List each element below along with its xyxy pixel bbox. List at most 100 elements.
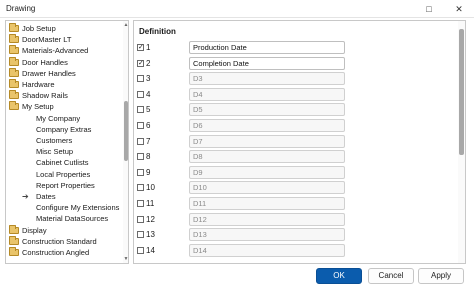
definition-scroll-thumb[interactable] (459, 29, 464, 155)
folder-icon (9, 224, 19, 234)
definition-heading: Definition (139, 27, 176, 36)
close-icon[interactable]: ✕ (444, 0, 474, 18)
tree-item-label: Shadow Rails (22, 91, 68, 101)
tree-item-label: Job Setup (22, 24, 56, 33)
cancel-button[interactable]: Cancel (368, 268, 414, 284)
apply-button[interactable]: Apply (418, 268, 464, 284)
folder-icon (9, 90, 19, 100)
row-number: 10 (146, 183, 155, 193)
ok-button[interactable]: OK (316, 268, 362, 284)
enable-checkbox[interactable] (137, 200, 144, 207)
tree-item-label: Door Handles (22, 57, 68, 67)
folder-icon (9, 67, 19, 77)
enable-checkbox[interactable] (137, 106, 144, 114)
folder-icon (9, 247, 19, 256)
date-name-field[interactable]: D12 (189, 212, 345, 226)
scroll-up-icon[interactable]: ▲ (123, 22, 128, 28)
definition-row: ✓ 2 Completion Date (134, 56, 454, 71)
definition-row: 4 D4 (134, 87, 454, 102)
date-name-field[interactable]: Production Date (189, 41, 345, 54)
row-number: 3 (146, 74, 151, 84)
tree-scrollbar[interactable]: ▲ ▼ (123, 21, 128, 263)
row-number: 4 (146, 89, 151, 99)
tree-item-label: Local Properties (36, 169, 91, 179)
enable-checkbox[interactable] (137, 168, 144, 176)
definition-row: 6 D6 (134, 119, 454, 133)
tree-item-label: Materials-Advanced (22, 46, 89, 56)
settings-tree: Job Setup DoorMaster LT Materials-Advanced… (5, 20, 129, 264)
row-number: 1 (146, 43, 151, 52)
title-bar: Drawing □ ✕ (0, 0, 474, 18)
enable-checkbox[interactable] (137, 231, 144, 239)
date-name-field[interactable]: D3 (189, 72, 345, 86)
tree-item-label: Hardware (22, 80, 55, 89)
folder-icon (9, 45, 19, 55)
date-name-field[interactable]: D14 (189, 243, 345, 257)
definition-row: 12 D12 (134, 212, 454, 227)
folder-icon (9, 101, 19, 111)
definition-row: 5 D5 (134, 103, 454, 117)
tree-item-label: Drawer Handles (22, 68, 76, 78)
scroll-down-icon[interactable]: ▼ (123, 256, 128, 262)
tree-scroll-thumb[interactable] (124, 101, 128, 161)
folder-icon (9, 23, 19, 32)
definition-scrollbar[interactable] (458, 21, 465, 263)
date-name-field[interactable]: D8 (189, 150, 345, 164)
definition-row: 7 D7 (134, 134, 454, 149)
tree-item-label: Dates (36, 192, 56, 201)
definition-row: 9 D9 (134, 165, 454, 180)
date-name-field[interactable]: D7 (189, 134, 345, 148)
tree-item-label: Construction Angled (22, 248, 90, 257)
tree-item-label: Material DataSources (36, 214, 109, 224)
enable-checkbox[interactable]: ✓ (137, 44, 144, 51)
enable-checkbox[interactable] (137, 215, 144, 223)
definition-row: 11 D11 (134, 197, 454, 211)
tree-item-label: Misc Setup (36, 147, 74, 157)
tree-item-label: My Setup (22, 102, 54, 112)
definition-row: ✓ 1 Production Date (134, 41, 454, 55)
row-number: 12 (146, 214, 155, 224)
definition-row: 10 D10 (134, 181, 454, 195)
enable-checkbox[interactable] (137, 137, 144, 145)
enable-checkbox[interactable] (137, 90, 144, 98)
definition-panel: Definition ✓ 1 Production Date ✓ 2 Completion… (133, 20, 466, 264)
tree-item-label: Company Extras (36, 124, 92, 134)
folder-icon (9, 79, 19, 88)
row-number: 5 (146, 105, 151, 115)
date-name-field[interactable]: D5 (189, 103, 345, 117)
enable-checkbox[interactable] (137, 153, 144, 161)
tree-item-label: Cabinet Cutlists (36, 158, 89, 168)
folder-icon (9, 56, 19, 66)
folder-icon (9, 34, 19, 44)
enable-checkbox[interactable] (137, 122, 144, 129)
tree-item-label: Construction Standard (22, 236, 97, 246)
tree-item-label: Report Properties (36, 180, 95, 190)
tree-item-label: Configure My Extensions (36, 203, 120, 213)
enable-checkbox[interactable] (137, 184, 144, 192)
tree-item-label: My Company (36, 113, 81, 123)
maximize-icon[interactable]: □ (414, 0, 444, 18)
row-number: 9 (146, 167, 151, 177)
row-number: 6 (146, 121, 151, 130)
enable-checkbox[interactable]: ✓ (137, 59, 144, 67)
row-number: 11 (146, 199, 155, 208)
definition-row: 13 D13 (134, 228, 454, 242)
date-name-field[interactable]: D10 (189, 181, 345, 195)
date-name-field[interactable]: Completion Date (189, 56, 345, 70)
tree-item-label: Customers (36, 136, 73, 145)
definition-row: 3 D3 (134, 72, 454, 86)
tree-item-label: Display (22, 225, 47, 235)
enable-checkbox[interactable] (137, 246, 144, 254)
date-name-field[interactable]: D13 (189, 228, 345, 242)
enable-checkbox[interactable] (137, 75, 144, 83)
date-name-field[interactable]: D4 (189, 87, 345, 101)
window-title: Drawing (6, 4, 36, 13)
definition-row: 14 D14 (134, 243, 454, 258)
row-number: 14 (146, 245, 155, 255)
date-name-field[interactable]: D6 (189, 119, 345, 132)
row-number: 8 (146, 152, 151, 162)
row-number: 7 (146, 136, 151, 146)
date-name-field[interactable]: D11 (189, 197, 345, 210)
date-name-field[interactable]: D9 (189, 165, 345, 179)
row-number: 13 (146, 230, 155, 240)
